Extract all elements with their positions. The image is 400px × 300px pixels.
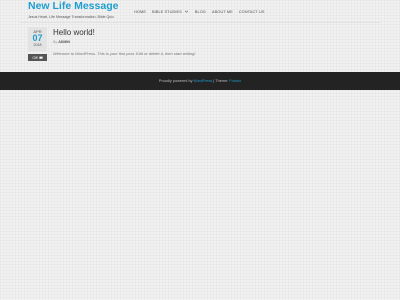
footer-theme-link[interactable]: Futurio xyxy=(229,79,241,83)
footer-wordpress-link[interactable]: WordPress xyxy=(194,79,213,83)
comment-icon xyxy=(39,56,43,59)
site-tagline: Jesus Heart, Life Message Transformation… xyxy=(28,15,114,19)
nav-item-label: Blog xyxy=(194,8,206,14)
comments-label: Off xyxy=(32,55,38,60)
post-author-link[interactable]: ADMIN xyxy=(58,40,70,44)
nav-item-blog[interactable]: Blog xyxy=(195,9,206,14)
site-title[interactable]: New Life Message xyxy=(28,0,118,12)
nav-item-bible-studies[interactable]: Bible Studies xyxy=(152,9,189,14)
footer-credits: Proudly powered by WordPress | Theme: Fu… xyxy=(0,79,400,83)
chevron-down-icon xyxy=(184,10,189,13)
nav-item-about-me[interactable]: About Me xyxy=(212,9,233,14)
header-divider xyxy=(20,22,380,23)
nav-item-label: Contact Us xyxy=(238,8,265,14)
post-date-year: 2018 xyxy=(33,43,42,47)
nav-item-contact-us[interactable]: Contact Us xyxy=(239,9,265,14)
comments-badge[interactable]: Off xyxy=(28,54,47,61)
nav-item-label: About Me xyxy=(211,8,233,14)
site-footer: Proudly powered by WordPress | Theme: Fu… xyxy=(0,72,400,90)
post-excerpt: Welcome to WordPress. This is your first… xyxy=(53,51,196,56)
nav-item-label: Home xyxy=(134,8,146,14)
post-title[interactable]: Hello world! xyxy=(53,28,95,37)
post-date-day: 07 xyxy=(32,33,43,43)
post-meta-prefix: By xyxy=(53,40,58,44)
main-nav: Home Bible Studies Blog About Me Contact… xyxy=(134,8,270,14)
footer-theme-prefix: Theme: xyxy=(215,79,229,83)
footer-powered-by: Proudly powered by xyxy=(158,79,193,83)
post-meta: By ADMIN xyxy=(53,40,70,44)
nav-item-label: Bible Studies xyxy=(152,8,182,14)
nav-item-home[interactable]: Home xyxy=(134,9,146,14)
post-date-badge: APR 07 2018 xyxy=(28,27,47,51)
